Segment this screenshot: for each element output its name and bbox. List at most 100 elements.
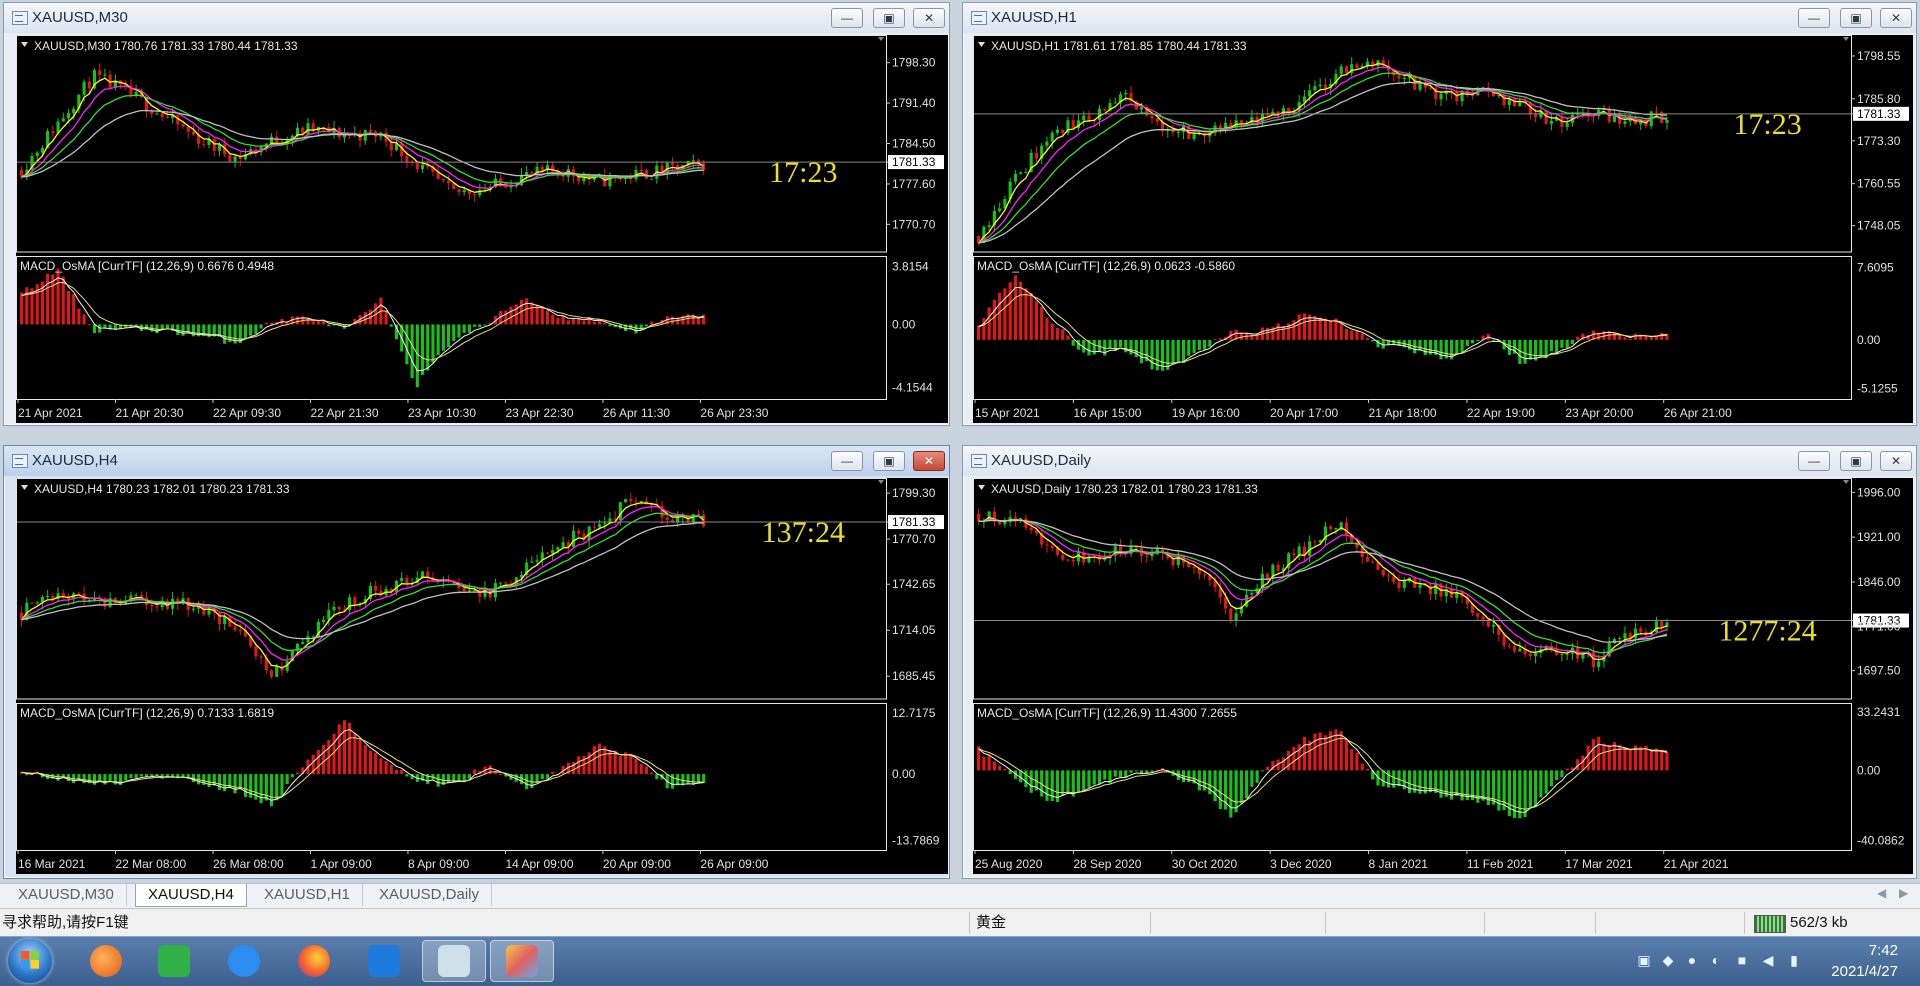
tray-signal-icon[interactable]: ▮: [1786, 952, 1802, 968]
start-button[interactable]: [8, 939, 52, 983]
tab-xauusd-h1[interactable]: XAUUSD,H1: [252, 884, 363, 906]
macd-indicator-label: MACD_OsMA [CurrTF] (12,26,9) 0.7133 1.68…: [20, 706, 274, 720]
tab-scroll-left-icon[interactable]: ◀: [1877, 886, 1886, 900]
macd-histogram-bar: [389, 324, 393, 327]
candle-body: [30, 602, 34, 604]
tab-xauusd-h4[interactable]: XAUUSD,H4: [135, 884, 247, 907]
candle-body: [1397, 75, 1401, 79]
candle-body: [499, 582, 503, 584]
macd-histogram-bar: [1323, 735, 1328, 771]
macd-histogram-bar: [634, 324, 638, 334]
macd-histogram-bar: [681, 774, 685, 786]
maximize-button[interactable]: ▣: [1840, 8, 1872, 28]
macd-histogram-bar: [400, 769, 404, 775]
macd-histogram-bar: [545, 774, 550, 779]
macd-histogram-bar: [1470, 339, 1475, 344]
macd-histogram-bar: [452, 324, 456, 342]
window-title: XAUUSD,H1: [991, 9, 1077, 26]
taskbar-app-firefox[interactable]: [282, 940, 346, 982]
candle-body: [51, 131, 55, 134]
close-button[interactable]: ✕: [1880, 8, 1912, 28]
chart-area[interactable]: XAUUSD,M30 1780.76 1781.33 1780.44 1781.…: [16, 35, 948, 423]
tab-xauusd-m30[interactable]: XAUUSD,M30: [6, 884, 127, 906]
taskbar-app-7[interactable]: [490, 940, 554, 982]
candle-body: [1308, 90, 1312, 97]
macd-histogram-bar: [1024, 770, 1028, 788]
main-plot-frame: [16, 478, 887, 700]
macd-histogram-bar: [134, 774, 138, 779]
macd-histogram-bar: [1371, 339, 1375, 342]
chart-svg[interactable]: XAUUSD,M30 1780.76 1781.33 1780.44 1781.…: [16, 35, 948, 423]
minimize-button[interactable]: —: [831, 451, 863, 471]
candle-body: [1528, 654, 1532, 657]
chart-window-daily[interactable]: XAUUSD,Daily — ▣ ✕ XAUUSD,Daily 1780.23 …: [962, 445, 1917, 879]
macd-histogram-bar: [551, 314, 555, 325]
chart-area[interactable]: XAUUSD,Daily 1780.23 1782.01 1780.23 178…: [973, 478, 1913, 874]
macd-histogram-bar: [1455, 770, 1459, 796]
candle-body: [1150, 115, 1154, 119]
candle-body: [1344, 522, 1349, 535]
title-bar[interactable]: XAUUSD,Daily — ▣ ✕: [963, 446, 1916, 476]
macd-histogram-bar: [1313, 315, 1317, 340]
chart-window-m30[interactable]: XAUUSD,M30 — ▣ ✕ XAUUSD,M30 1780.76 1781…: [3, 2, 950, 426]
moving-average-line-4: [21, 109, 704, 178]
tray-network-icon[interactable]: ◐: [1708, 952, 1724, 968]
macd-histogram-bar: [545, 310, 550, 325]
macd-histogram-bar: [1066, 770, 1070, 794]
tab-xauusd-daily[interactable]: XAUUSD,Daily: [367, 884, 493, 906]
macd-histogram-bar: [551, 771, 555, 775]
chart-area[interactable]: XAUUSD,H4 1780.23 1782.01 1780.23 1781.3…: [16, 478, 948, 874]
minimize-button[interactable]: —: [1798, 451, 1830, 471]
maximize-button[interactable]: ▣: [873, 8, 905, 28]
candle-body: [1061, 129, 1065, 133]
macd-histogram-bar: [1407, 770, 1412, 794]
tray-wechat-icon[interactable]: ●: [1684, 952, 1700, 968]
tray-app-icon[interactable]: ■: [1734, 952, 1750, 968]
taskbar-app-5[interactable]: [352, 940, 416, 982]
candle-body: [634, 501, 638, 503]
taskbar-clock[interactable]: 7:42 2021/4/27: [1808, 940, 1898, 982]
title-bar[interactable]: XAUUSD,H4 — ▣ ✕: [4, 446, 949, 476]
chart-svg[interactable]: XAUUSD,Daily 1780.23 1782.01 1780.23 178…: [973, 478, 1913, 874]
candle-body: [1103, 108, 1107, 111]
macd-histogram-bar: [1313, 733, 1317, 771]
chart-window-h1[interactable]: XAUUSD,H1 — ▣ ✕ XAUUSD,H1 1781.61 1781.8…: [962, 2, 1917, 426]
maximize-button[interactable]: ▣: [873, 451, 905, 471]
minimize-button[interactable]: —: [1798, 8, 1830, 28]
chart-area[interactable]: XAUUSD,H1 1781.61 1781.85 1780.44 1781.3…: [973, 35, 1913, 423]
macd-histogram-bar: [316, 320, 320, 325]
close-button[interactable]: ✕: [1880, 451, 1912, 471]
candle-body: [1418, 584, 1422, 588]
macd-histogram-bar: [223, 324, 227, 344]
macd-histogram-bar: [280, 774, 284, 798]
macd-histogram-bar: [982, 317, 986, 340]
candle-body: [1371, 561, 1375, 563]
candle-body: [405, 156, 409, 162]
clock-time: 7:42: [1868, 942, 1898, 959]
maximize-button[interactable]: ▣: [1840, 451, 1872, 471]
close-button[interactable]: ✕: [913, 8, 945, 28]
taskbar-app-wechat[interactable]: [142, 940, 206, 982]
tray-security-icon[interactable]: ▣: [1636, 952, 1652, 968]
minimize-button[interactable]: —: [831, 8, 863, 28]
tab-scroll-right-icon[interactable]: ▶: [1899, 886, 1908, 900]
chart-svg[interactable]: XAUUSD,H1 1781.61 1781.85 1780.44 1781.3…: [973, 35, 1913, 423]
taskbar-app-3[interactable]: [212, 940, 276, 982]
candle-body: [530, 171, 534, 174]
title-bar[interactable]: XAUUSD,M30 — ▣ ✕: [4, 3, 949, 33]
title-bar[interactable]: XAUUSD,H1 — ▣ ✕: [963, 3, 1916, 33]
tray-volume-icon[interactable]: ◀: [1760, 952, 1776, 968]
taskbar-app-6[interactable]: [422, 940, 486, 982]
macd-signal-line-1: [978, 287, 1668, 368]
macd-histogram-bar: [1308, 740, 1312, 771]
macd-histogram-bar: [1192, 339, 1196, 354]
close-button[interactable]: ✕: [913, 451, 945, 471]
macd-histogram-bar: [1166, 339, 1170, 370]
candle-body: [353, 597, 357, 605]
tray-shield-icon[interactable]: ◆: [1660, 952, 1676, 968]
chart-svg[interactable]: XAUUSD,H4 1780.23 1782.01 1780.23 1781.3…: [16, 478, 948, 874]
candle-body: [269, 136, 274, 144]
macd-tick-label: 0.00: [1857, 333, 1881, 347]
taskbar-app-1[interactable]: [74, 940, 138, 982]
chart-window-h4[interactable]: XAUUSD,H4 — ▣ ✕ XAUUSD,H4 1780.23 1782.0…: [3, 445, 950, 879]
